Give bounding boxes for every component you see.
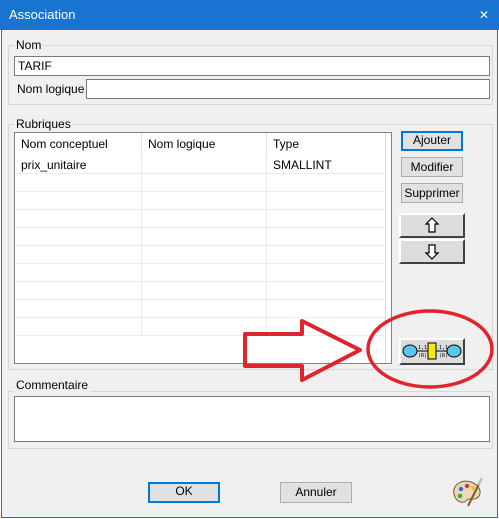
- table-cell: [15, 246, 142, 264]
- table-row[interactable]: [15, 318, 386, 336]
- nom-logique-label: Nom logique :: [17, 82, 92, 96]
- table-row[interactable]: [15, 246, 386, 264]
- table-row[interactable]: [15, 210, 386, 228]
- supprimer-button[interactable]: Supprimer: [401, 183, 463, 203]
- table-row[interactable]: [15, 264, 386, 282]
- svg-text:(R): (R): [418, 353, 427, 359]
- move-up-button[interactable]: [399, 213, 465, 238]
- nom-group-label: Nom: [14, 38, 44, 52]
- title-bar: Association ✕: [0, 0, 499, 30]
- table-cell: [267, 264, 386, 282]
- association-entity-icon: 1,1 (R) 1,1 (R): [402, 342, 462, 360]
- svg-text:(R): (R): [439, 353, 448, 359]
- table-cell: [142, 156, 267, 174]
- rubriques-table[interactable]: Nom conceptuel Nom logique Type prix_uni…: [14, 132, 392, 364]
- table-cell: [15, 318, 142, 336]
- table-cell: [15, 174, 142, 192]
- table-cell: prix_unitaire: [15, 156, 142, 174]
- table-cell: [142, 318, 267, 336]
- rubriques-group-label: Rubriques: [14, 117, 73, 131]
- column-header[interactable]: Nom logique: [142, 133, 267, 156]
- nom-logique-input[interactable]: [86, 79, 490, 99]
- ok-button[interactable]: OK: [148, 482, 220, 503]
- table-cell: [267, 210, 386, 228]
- table-cell: [267, 174, 386, 192]
- table-header: Nom conceptuel Nom logique Type: [15, 133, 391, 156]
- table-cell: [267, 228, 386, 246]
- commentaire-textarea[interactable]: [14, 396, 490, 442]
- nom-input[interactable]: TARIF: [14, 56, 490, 76]
- svg-text:1,1: 1,1: [418, 345, 427, 351]
- modifier-button[interactable]: Modifier: [401, 157, 463, 177]
- dialog-client: Nom TARIF Nom logique : Rubriques Nom co…: [1, 30, 498, 518]
- table-cell: [142, 300, 267, 318]
- arrow-up-icon: [424, 217, 440, 233]
- table-cell: [267, 300, 386, 318]
- table-row[interactable]: [15, 192, 386, 210]
- table-cell: [15, 300, 142, 318]
- table-row[interactable]: [15, 174, 386, 192]
- table-row[interactable]: prix_unitaire SMALLINT: [15, 156, 386, 174]
- table-cell: [142, 246, 267, 264]
- table-row[interactable]: [15, 282, 386, 300]
- table-row[interactable]: [15, 300, 386, 318]
- table-cell: [142, 192, 267, 210]
- svg-text:1,1: 1,1: [439, 345, 448, 351]
- move-down-button[interactable]: [399, 239, 465, 264]
- column-header[interactable]: Type: [267, 133, 386, 156]
- association-type-button[interactable]: 1,1 (R) 1,1 (R): [399, 338, 465, 365]
- table-cell: [15, 264, 142, 282]
- column-header[interactable]: Nom conceptuel: [15, 133, 142, 156]
- table-cell: [142, 264, 267, 282]
- table-cell: [142, 282, 267, 300]
- table-cell: [15, 210, 142, 228]
- vertical-scrollbar[interactable]: [385, 133, 391, 363]
- table-cell: SMALLINT: [267, 156, 386, 174]
- table-cell: [142, 174, 267, 192]
- close-icon[interactable]: ✕: [469, 0, 499, 30]
- window-title: Association: [9, 7, 76, 22]
- table-cell: [267, 192, 386, 210]
- ajouter-button[interactable]: Ajouter: [401, 131, 463, 151]
- table-cell: [15, 228, 142, 246]
- annuler-button[interactable]: Annuler: [280, 482, 352, 503]
- palette-icon[interactable]: [450, 476, 484, 508]
- commentaire-group-label: Commentaire: [14, 378, 91, 392]
- table-cell: [267, 318, 386, 336]
- arrow-down-icon: [424, 244, 440, 260]
- table-cell: [267, 246, 386, 264]
- table-cell: [142, 228, 267, 246]
- table-row[interactable]: [15, 228, 386, 246]
- table-cell: [267, 282, 386, 300]
- table-cell: [15, 282, 142, 300]
- table-cell: [142, 210, 267, 228]
- table-cell: [15, 192, 142, 210]
